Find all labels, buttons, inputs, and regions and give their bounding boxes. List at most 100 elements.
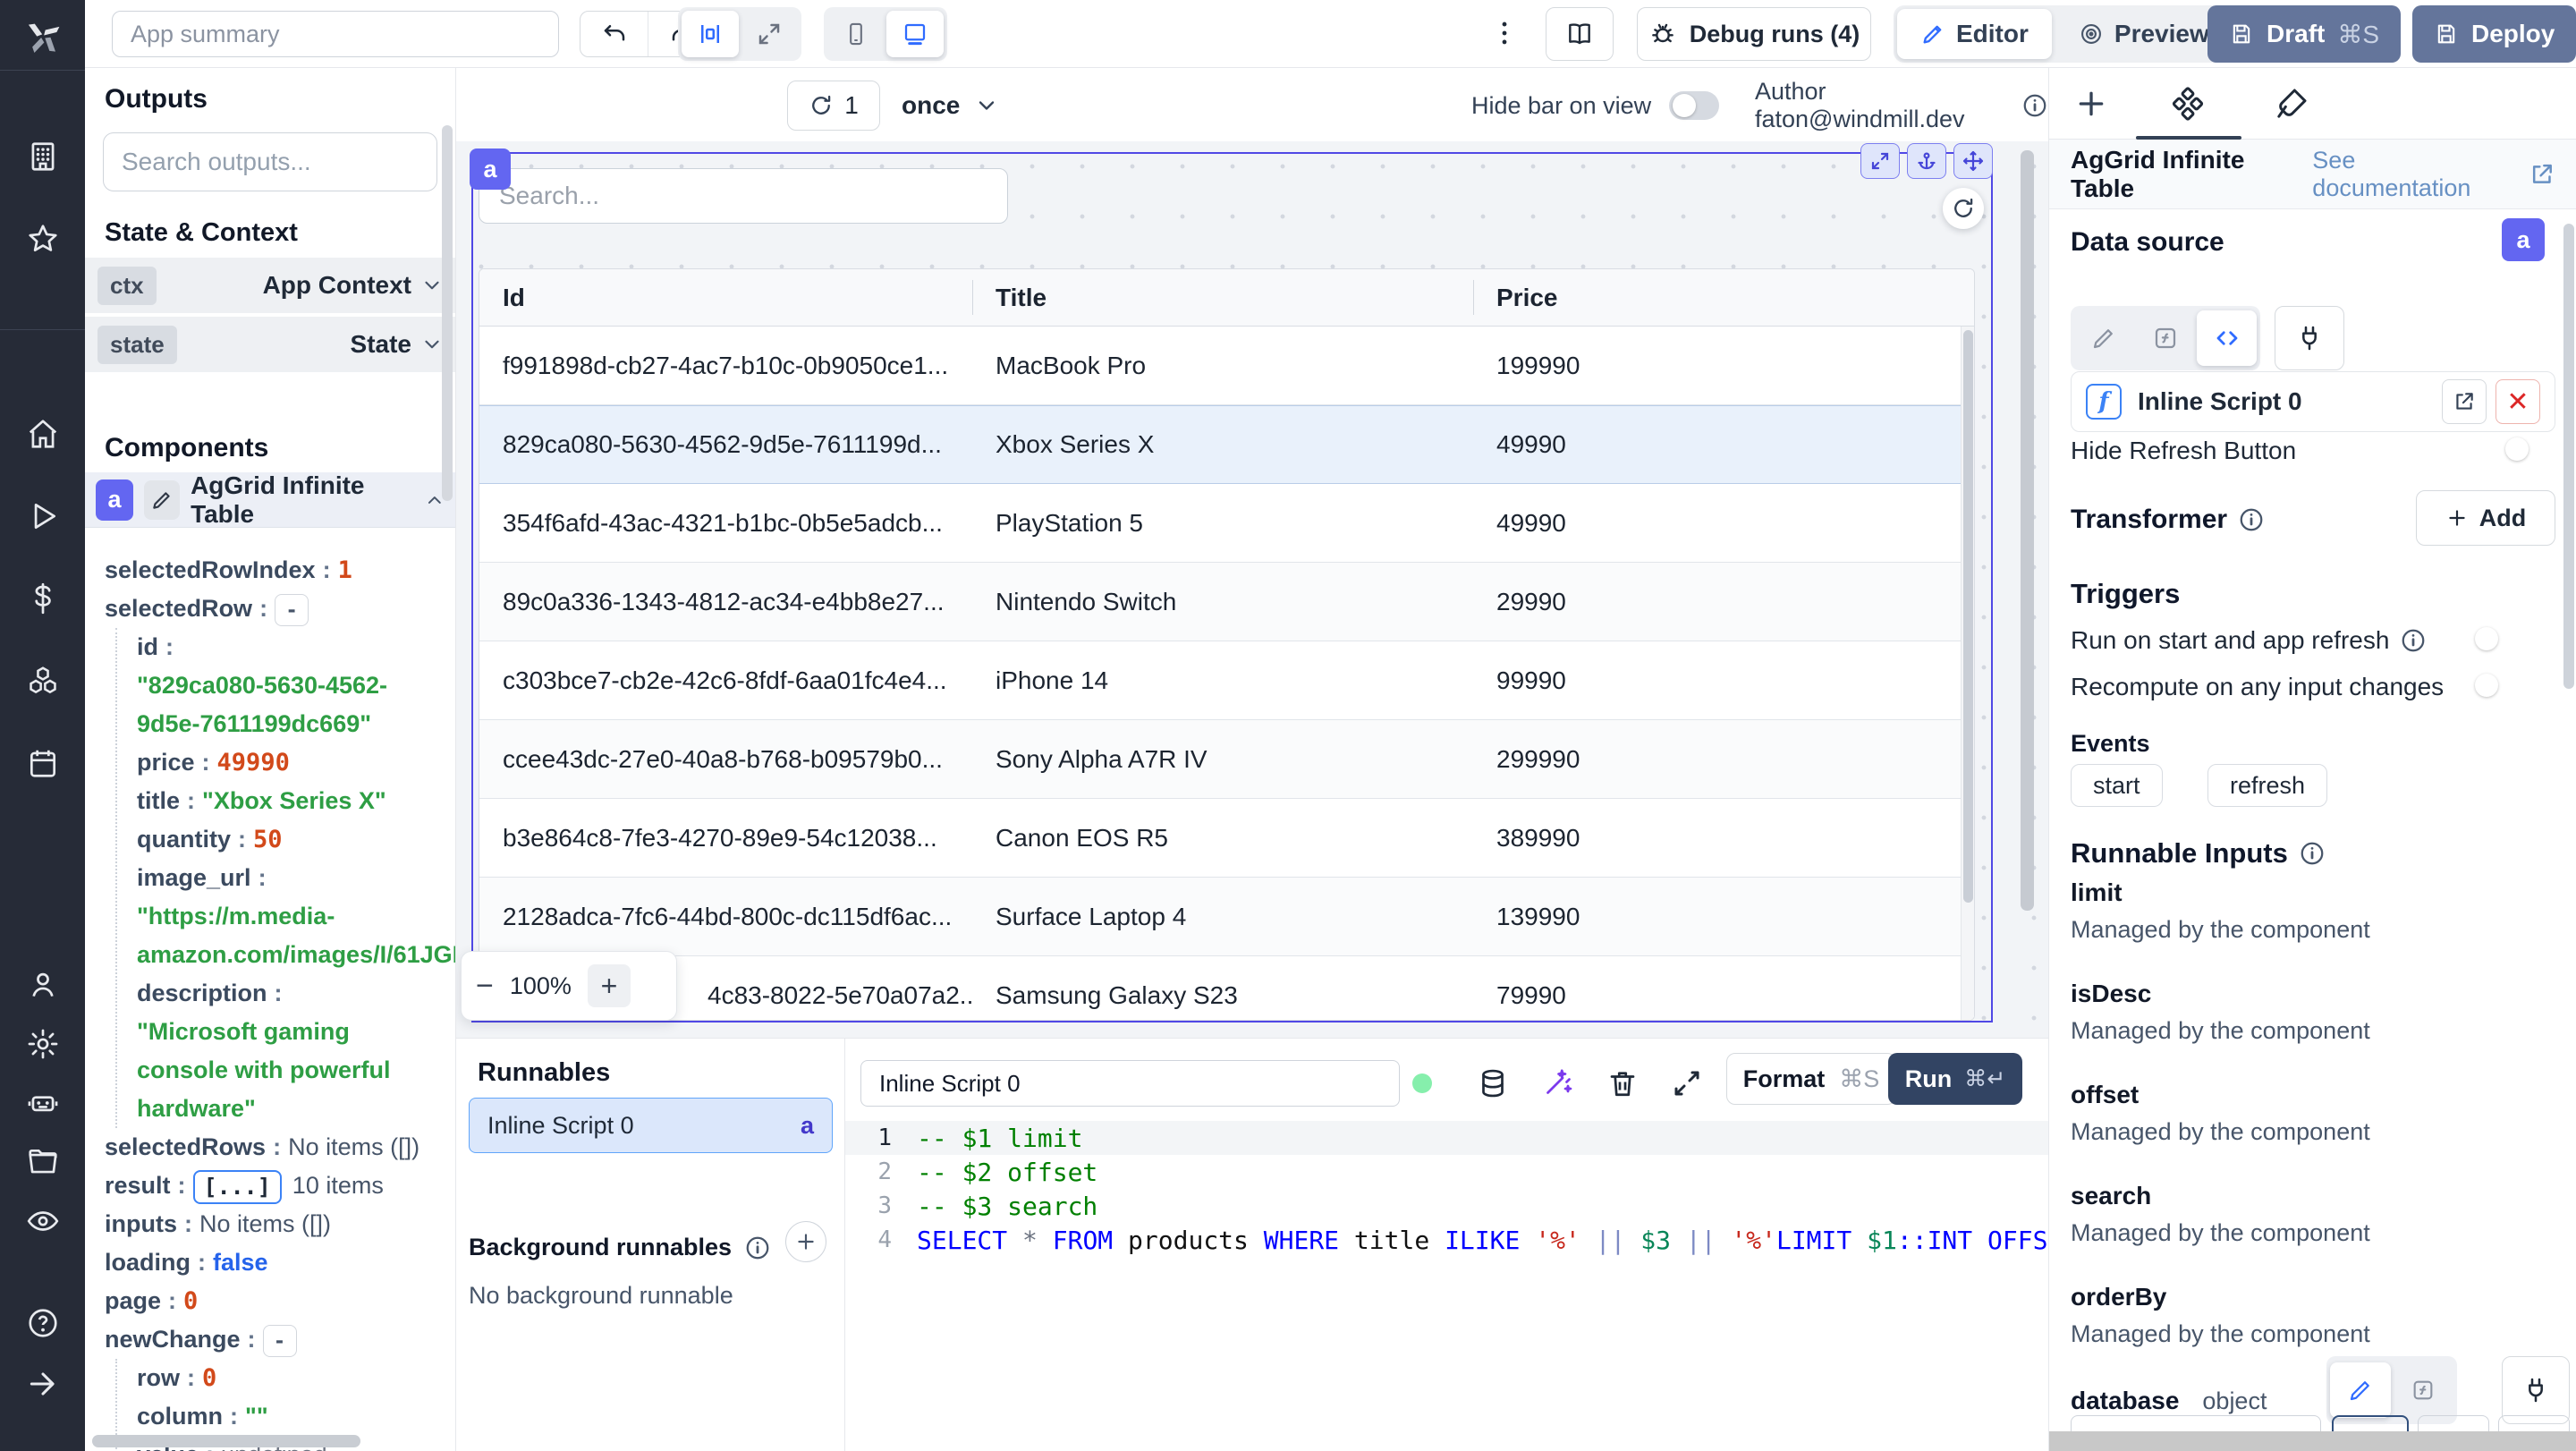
insert-component-tab-icon[interactable] — [2073, 86, 2109, 122]
output-tree-row-newChange[interactable]: newChange: - — [105, 1320, 443, 1359]
code-line-3[interactable]: 3 -- $3 search — [845, 1189, 2048, 1223]
rename-component-button[interactable] — [143, 479, 181, 520]
settings-horizontal-scrollbar[interactable] — [2049, 1431, 2576, 1451]
info-icon[interactable] — [2021, 92, 2048, 119]
schedules-calendar-icon[interactable] — [26, 746, 60, 780]
table-row[interactable]: c303bce7-cb2e-42c6-8fdf-6aa01fc4e4... iPh… — [479, 641, 1974, 720]
grid-search-input[interactable]: Search... — [479, 168, 1008, 224]
format-button[interactable]: Format ⌘S — [1726, 1053, 1896, 1105]
zoom-out-button[interactable]: − — [476, 969, 494, 1004]
runs-play-icon[interactable] — [26, 499, 60, 533]
event-pill-start[interactable]: start — [2071, 764, 2163, 807]
collapse-button[interactable]: - — [275, 593, 309, 626]
variables-dollar-icon[interactable] — [26, 581, 60, 615]
outputs-horizontal-scrollbar[interactable] — [92, 1435, 360, 1447]
favorites-star-icon[interactable] — [26, 222, 60, 256]
folders-icon[interactable] — [26, 1145, 60, 1179]
settings-gear-icon[interactable] — [26, 1027, 60, 1061]
code-line-1[interactable]: 1 -- $1 limit — [845, 1121, 2048, 1155]
delete-trash-icon[interactable] — [1606, 1067, 1639, 1099]
table-scrollbar[interactable] — [1961, 327, 1974, 1020]
outputs-search-input[interactable]: Search outputs... — [103, 132, 437, 191]
column-header-price[interactable]: Price — [1473, 269, 1974, 326]
help-icon[interactable] — [26, 1306, 60, 1340]
data-source-script-row[interactable]: f Inline Script 0 ✕ — [2071, 371, 2555, 432]
windmill-logo-icon[interactable] — [22, 16, 64, 57]
see-documentation-link[interactable]: See documentation — [2312, 147, 2555, 202]
expand-component-button[interactable] — [1860, 143, 1900, 179]
event-pill-refresh[interactable]: refresh — [2207, 764, 2328, 807]
open-script-button[interactable] — [2442, 379, 2487, 424]
add-transformer-button[interactable]: Add — [2416, 490, 2555, 546]
add-background-runnable-button[interactable] — [785, 1221, 826, 1262]
ai-wand-icon[interactable] — [1541, 1067, 1573, 1099]
output-tree-row-selectedRowIndex[interactable]: selectedRowIndex:1 — [105, 551, 443, 590]
output-tree-row-result[interactable]: result: [...] 10 items — [105, 1167, 443, 1205]
app-summary-input[interactable]: App summary — [112, 11, 559, 57]
info-icon[interactable] — [744, 1235, 771, 1261]
database-icon[interactable] — [1477, 1067, 1509, 1099]
zoom-in-button[interactable]: + — [587, 964, 631, 1007]
column-header-title[interactable]: Title — [972, 269, 1473, 326]
desktop-view-button[interactable] — [886, 11, 944, 57]
static-mode-button[interactable] — [2074, 310, 2134, 366]
runnable-item-selected[interactable]: Inline Script 0 a — [469, 1098, 833, 1153]
state-row[interactable]: state State — [85, 317, 455, 372]
mobile-view-button[interactable] — [827, 11, 885, 57]
output-tree-row-quantity[interactable]: quantity:50 — [137, 820, 443, 859]
table-row[interactable]: 354f6afd-43ac-4321-b1bc-0b5e5adcb... Play… — [479, 484, 1974, 563]
styling-tab-icon[interactable] — [2274, 86, 2309, 122]
frequency-dropdown[interactable]: once — [902, 81, 999, 131]
connect-mode-button[interactable] — [2275, 306, 2344, 370]
undo-button[interactable] — [580, 21, 648, 47]
output-tree-row-price[interactable]: price:49990 — [137, 743, 443, 782]
output-tree-row-description[interactable]: description: "Microsoft gaming console wi… — [137, 974, 443, 1128]
code-mode-button[interactable] — [2197, 310, 2258, 366]
ctx-row[interactable]: ctx App Context — [85, 258, 455, 313]
draft-button[interactable]: Draft ⌘S — [2207, 5, 2402, 63]
component-row[interactable]: a AgGrid Infinite Table — [85, 471, 455, 528]
output-tree-row-title[interactable]: title: "Xbox Series X" — [137, 782, 443, 820]
expand-array-button[interactable]: [...] — [192, 1169, 282, 1204]
docs-button[interactable] — [1546, 7, 1614, 61]
database-static-button[interactable] — [2330, 1362, 2391, 1418]
code-editor[interactable]: 1 -- $1 limit 2 -- $2 offset 3 -- $3 search 4 S… — [845, 1121, 2214, 1451]
fullscreen-icon[interactable] — [1671, 1067, 1703, 1099]
info-icon[interactable] — [2400, 627, 2427, 654]
canvas-vertical-scrollbar[interactable] — [2021, 150, 2034, 911]
code-line-4[interactable]: 4 SELECT * FROM products WHERE title ILIK… — [845, 1223, 2214, 1257]
workspace-icon[interactable] — [26, 140, 60, 174]
workers-robot-icon[interactable] — [26, 1086, 60, 1120]
table-row[interactable]: 829ca080-5630-4562-9d5e-7611199d... Xbox … — [479, 405, 1974, 484]
outputs-vertical-scrollbar[interactable] — [442, 125, 453, 501]
info-icon[interactable] — [2238, 506, 2265, 533]
app-canvas[interactable]: a Search... Id Title Price f991898d-cb27-4… — [456, 141, 2048, 1038]
table-row[interactable]: ccee43dc-27e0-40a8-b768-b09579b0... Sony … — [479, 720, 1974, 799]
debug-runs-button[interactable]: Debug runs (4) — [1637, 7, 1871, 61]
table-row[interactable]: 4c83-8022-5e70a07a2... Samsung Galaxy S23… — [479, 956, 1974, 1020]
collapse-arrow-icon[interactable] — [26, 1367, 60, 1401]
code-line-2[interactable]: 2 -- $2 offset — [845, 1155, 2048, 1189]
table-row[interactable]: 2128adca-7fc6-44bd-800c-dc115df6ac... Sur… — [479, 878, 1974, 956]
anchor-component-button[interactable] — [1907, 143, 1946, 179]
run-button[interactable]: Run ⌘↵ — [1888, 1053, 2022, 1105]
component-settings-tab-icon[interactable] — [2170, 86, 2206, 122]
resources-cubes-icon[interactable] — [26, 664, 60, 698]
deploy-button[interactable]: Deploy — [2412, 5, 2576, 63]
output-tree-row-column[interactable]: column: "" — [137, 1397, 443, 1436]
audit-eye-icon[interactable] — [26, 1204, 60, 1238]
user-icon[interactable] — [26, 968, 60, 1002]
table-row[interactable]: b3e864c8-7fe3-4270-89e9-54c12038... Canon… — [479, 799, 1974, 878]
output-tree-row-row[interactable]: row:0 — [137, 1359, 443, 1397]
fullwidth-layout-button[interactable] — [741, 11, 798, 57]
component-tag[interactable]: a — [470, 148, 511, 190]
home-icon[interactable] — [26, 417, 60, 451]
template-mode-button[interactable] — [2136, 310, 2196, 366]
database-connect-button[interactable] — [2502, 1356, 2570, 1424]
tab-editor[interactable]: Editor — [1897, 9, 2052, 59]
move-component-button[interactable] — [1953, 143, 1993, 179]
settings-vertical-scrollbar[interactable] — [2563, 224, 2574, 689]
script-name-input[interactable]: Inline Script 0 — [860, 1060, 1400, 1107]
output-tree-row-loading[interactable]: loading: false — [105, 1243, 443, 1282]
collapse-button[interactable]: - — [262, 1324, 297, 1357]
